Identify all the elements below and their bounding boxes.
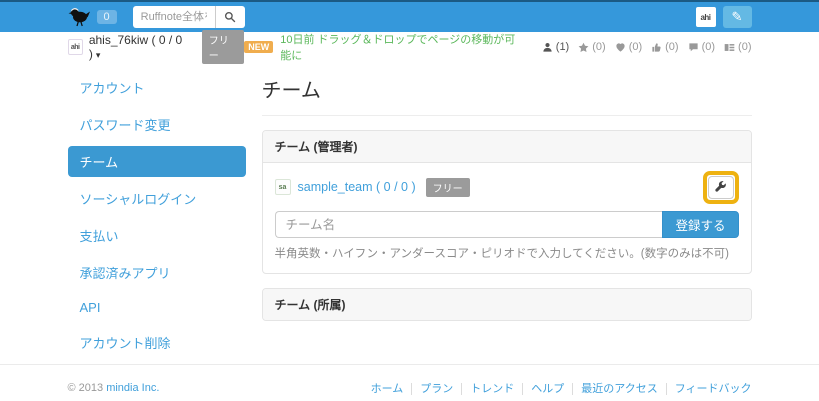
copyright: © 2013 mindia Inc.: [68, 382, 160, 394]
sidebar-item-delete-account[interactable]: アカウント削除: [68, 327, 246, 358]
global-search: [133, 6, 245, 28]
sidebar-item-payment[interactable]: 支払い: [68, 220, 246, 251]
sidebar-item-password[interactable]: パスワード変更: [68, 109, 246, 140]
person-icon: [542, 42, 553, 53]
team-row: sa sample_team ( 0 / 0 ) フリー: [275, 171, 739, 203]
sidebar-item-approved-apps[interactable]: 承認済みアプリ: [68, 257, 246, 288]
comments-stat[interactable]: (0): [688, 41, 715, 53]
team-name-help-text: 半角英数・ハイフン・アンダースコア・ピリオドで入力してください。(数字のみは不可…: [275, 245, 739, 261]
ruffnote-bird-logo-icon[interactable]: [68, 7, 90, 27]
notification-count-badge[interactable]: 0: [97, 10, 117, 24]
footer-link-home[interactable]: ホーム: [363, 383, 412, 395]
settings-sidebar: アカウント パスワード変更 チーム ソーシャルログイン 支払い 承認済みアプリ …: [68, 70, 246, 364]
team-admin-panel: チーム (管理者) sa sample_team ( 0 / 0 ) フリー: [262, 130, 752, 274]
footer-link-trend[interactable]: トレンド: [461, 383, 522, 395]
sidebar-item-account[interactable]: アカウント: [68, 72, 246, 103]
team-member-panel: チーム (所属): [262, 288, 752, 321]
heart-icon: [615, 42, 626, 53]
search-button[interactable]: [215, 6, 245, 28]
sidebar-item-api[interactable]: API: [68, 294, 246, 321]
sidebar-item-team[interactable]: チーム: [68, 146, 246, 177]
footer-link-help[interactable]: ヘルプ: [522, 383, 572, 395]
user-meta-bar: ahi ahis_76kiw ( 0 / 0 )▾ フリー NEW 10日前 ド…: [0, 32, 819, 62]
team-plan-badge: フリー: [426, 178, 470, 197]
register-team-button[interactable]: 登録する: [662, 211, 738, 238]
news-area: NEW 10日前 ドラッグ＆ドロップでページの移動が可能に: [244, 31, 523, 63]
thumbsup-icon: [651, 42, 662, 53]
footer-links: ホームプラントレンドヘルプ最近のアクセスフィードバック: [363, 380, 752, 396]
search-input[interactable]: [133, 6, 215, 28]
search-icon: [224, 11, 236, 23]
team-member-panel-header: チーム (所属): [263, 289, 751, 320]
star-icon: [578, 42, 589, 53]
team-link[interactable]: sample_team ( 0 / 0 ): [298, 180, 416, 194]
chevron-down-icon: ▾: [96, 50, 101, 60]
followers-stat[interactable]: (1): [542, 41, 569, 53]
wrench-icon: [715, 181, 727, 193]
pencil-icon: ✎: [732, 9, 743, 24]
username-dropdown[interactable]: ahis_76kiw ( 0 / 0 )▾: [89, 33, 192, 61]
thumbsup-stat[interactable]: (0): [651, 41, 678, 53]
team-admin-panel-header: チーム (管理者): [263, 131, 751, 162]
plan-badge: フリー: [202, 30, 245, 64]
footer-link-plan[interactable]: プラン: [411, 383, 461, 395]
news-link[interactable]: 10日前 ドラッグ＆ドロップでページの移動が可能に: [280, 31, 523, 63]
comment-icon: [688, 42, 699, 53]
mindia-link[interactable]: mindia Inc.: [106, 382, 159, 394]
user-avatar-small[interactable]: ahi: [68, 39, 83, 55]
footer: © 2013 mindia Inc. ホームプラントレンドヘルプ最近のアクセスフ…: [0, 364, 819, 396]
new-badge: NEW: [244, 41, 273, 53]
top-navbar: 0 ahi ✎: [0, 0, 819, 32]
pages-stat[interactable]: (0): [724, 41, 751, 53]
create-team-form: 登録する: [275, 211, 739, 238]
activity-stats: (1) (0) (0) (0) (0) (0): [533, 41, 752, 53]
footer-link-recent-access[interactable]: 最近のアクセス: [572, 383, 665, 395]
stars-stat[interactable]: (0): [578, 41, 605, 53]
team-avatar: sa: [275, 179, 291, 195]
user-avatar[interactable]: ahi: [696, 7, 716, 27]
team-name-input[interactable]: [275, 211, 663, 238]
footer-link-feedback[interactable]: フィードバック: [666, 383, 752, 395]
page-title: チーム: [262, 70, 752, 116]
new-note-button[interactable]: ✎: [723, 6, 752, 28]
likes-stat[interactable]: (0): [615, 41, 642, 53]
feed-icon: [724, 42, 735, 53]
click-highlight-box: [703, 171, 739, 204]
team-settings-button[interactable]: [708, 176, 734, 199]
sidebar-item-social-login[interactable]: ソーシャルログイン: [68, 183, 246, 214]
